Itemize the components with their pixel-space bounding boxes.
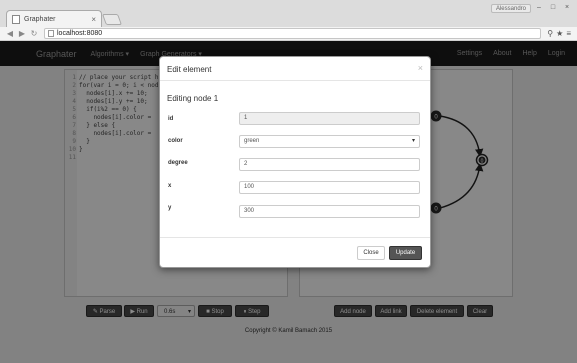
window-controls: Alessandro – □ × — [490, 4, 573, 13]
edit-element-dialog: Edit element × Editing node 1 id 1 color… — [159, 56, 431, 268]
tab-title: Graphater — [24, 15, 56, 23]
new-tab-button[interactable] — [101, 14, 123, 25]
color-select[interactable]: green ▾ — [239, 135, 420, 148]
update-button[interactable]: Update — [389, 246, 422, 260]
degree-label: degree — [168, 160, 188, 166]
color-value: green — [244, 138, 260, 144]
browser-tab[interactable]: Graphater × — [6, 10, 102, 27]
window-close-icon[interactable]: × — [561, 4, 573, 13]
color-label: color — [168, 138, 183, 144]
url-text: localhost:8080 — [57, 30, 103, 37]
y-field[interactable]: 300 — [239, 205, 420, 218]
tab-close-icon[interactable]: × — [91, 15, 96, 24]
page-icon — [12, 14, 20, 24]
search-icon[interactable]: ⚲ — [547, 29, 553, 38]
menu-icon[interactable]: ≡ — [566, 29, 571, 38]
modal-footer: Close Update — [160, 237, 430, 268]
y-label: y — [168, 205, 172, 211]
modal-header: Edit element × — [160, 57, 430, 81]
modal-subtitle: Editing node 1 — [167, 94, 219, 103]
x-label: x — [168, 183, 172, 189]
address-bar[interactable]: localhost:8080 — [44, 28, 542, 39]
chevron-down-icon: ▾ — [411, 138, 415, 144]
profile-name[interactable]: Alessandro — [490, 4, 531, 13]
browser-chrome: Graphater × Alessandro – □ × ◀ ▶ ↻ local… — [0, 0, 577, 40]
modal-title: Edit element — [167, 65, 212, 74]
degree-field[interactable]: 2 — [239, 158, 420, 171]
close-button[interactable]: Close — [357, 246, 385, 260]
page-icon — [48, 30, 54, 37]
maximize-icon[interactable]: □ — [547, 4, 559, 13]
x-field[interactable]: 100 — [239, 181, 420, 194]
close-icon[interactable]: × — [418, 63, 423, 73]
bookmark-star-icon[interactable]: ★ — [556, 29, 563, 38]
minimize-icon[interactable]: – — [533, 4, 545, 13]
id-label: id — [168, 116, 174, 122]
id-field: 1 — [239, 112, 420, 125]
forward-icon[interactable]: ▶ — [18, 29, 26, 38]
reload-icon[interactable]: ↻ — [30, 29, 38, 38]
back-icon[interactable]: ◀ — [6, 29, 14, 38]
browser-toolbar: ◀ ▶ ↻ localhost:8080 ⚲ ★ ≡ — [0, 27, 577, 40]
